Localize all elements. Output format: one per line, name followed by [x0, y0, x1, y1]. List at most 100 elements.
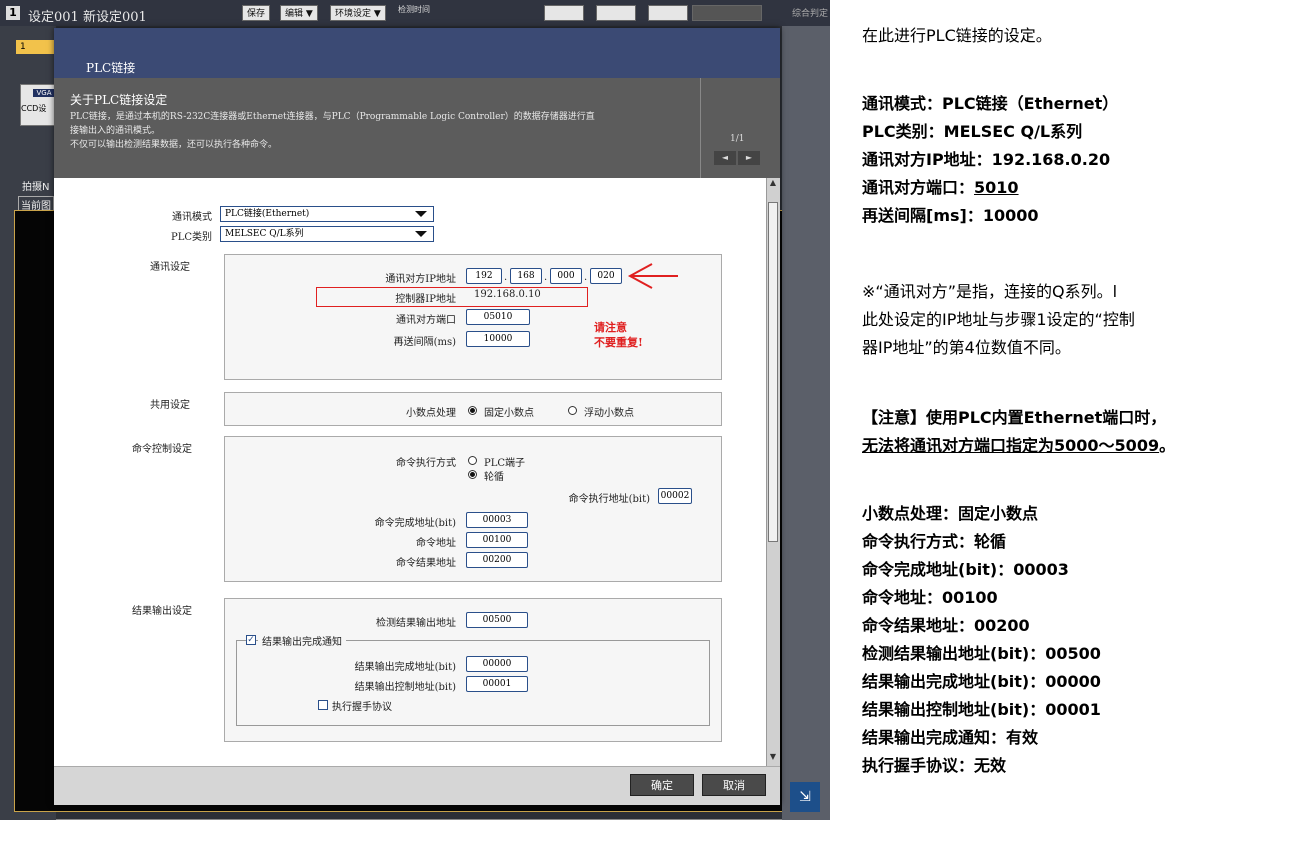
cmd-done-addr-label: 命令完成地址(bit) [374, 518, 456, 529]
comm-mode-label: 通讯模式 [172, 212, 212, 223]
note-peer-port-value: 5010 [974, 178, 1019, 197]
handshake-checkbox[interactable] [318, 700, 328, 710]
peer-port-label: 通讯对方端口 [396, 315, 456, 326]
save-button[interactable]: 保存 [242, 5, 271, 21]
output-icon[interactable]: ⇲ [790, 782, 820, 812]
note-peer-ip: 通讯对方IP地址：192.168.0.20 [862, 150, 1111, 169]
cmd-result-addr-label: 命令结果地址 [396, 558, 456, 569]
note-cmd-result: 命令结果地址：00200 [862, 616, 1030, 635]
cancel-button[interactable]: 取消 [702, 774, 766, 796]
decimal-float-label: 浮动小数点 [584, 408, 634, 419]
cmd-exec-addr-field[interactable]: 00002 [658, 488, 692, 504]
toolbar-button-2[interactable] [596, 5, 636, 21]
ccd-settings-button[interactable]: VGA CCD设 [20, 84, 58, 126]
note-done-addr: 命令完成地址(bit)：00003 [862, 560, 1069, 579]
warning-note: 请注意 不要重复! [594, 320, 643, 350]
retry-interval-field[interactable]: 10000 [466, 331, 530, 347]
cmd-addr-field[interactable]: 00100 [466, 532, 528, 548]
dialog-title: PLC链接 [86, 61, 136, 75]
handshake-label: 执行握手协议 [332, 702, 392, 713]
ip-dot: . [544, 272, 548, 283]
decimal-float-radio[interactable] [568, 406, 577, 415]
shoot-no-label: 拍摄N [22, 182, 50, 193]
note-caution-2: 无法将通讯对方端口指定为5000～5009。 [862, 432, 1175, 456]
warning-line-2: 不要重复! [594, 336, 643, 349]
note-comm-mode: 通讯模式：PLC链接（Ethernet） [862, 94, 1119, 113]
toolbar-button-1[interactable] [544, 5, 584, 21]
note-caution-2b: 指定为5000～5009 [1006, 436, 1160, 455]
note-exec-mode: 命令执行方式：轮循 [862, 532, 1007, 551]
notify-checkbox[interactable]: ✓ [246, 635, 256, 645]
note-cmd-addr: 命令地址：00100 [862, 588, 998, 607]
ctrl-ip-value: 192.168.0.10 [474, 289, 541, 300]
note-peer-port: 通讯对方端口：5010 [862, 174, 1019, 198]
scroll-down-icon[interactable]: ▼ [766, 752, 780, 766]
prev-page-button[interactable]: ◄ [714, 151, 736, 165]
about-line-2: 接输出入的通讯模式。 [70, 126, 161, 136]
peer-ip-octet-2[interactable]: 168 [510, 268, 542, 284]
plc-type-select[interactable]: MELSEC Q/L系列 [220, 226, 434, 242]
command-control-label: 命令控制设定 [132, 444, 192, 455]
out-done-addr-field[interactable]: 00000 [466, 656, 528, 672]
cmd-exec-poll-label: 轮循 [484, 472, 504, 483]
note-handshake: 执行握手协议：无效 [862, 756, 1007, 775]
right-panel [782, 26, 830, 820]
peer-ip-octet-4[interactable]: 020 [590, 268, 622, 284]
peer-ip-octet-3[interactable]: 000 [550, 268, 582, 284]
note-caution-2a: 无法将通讯对方端口 [862, 436, 1007, 455]
about-title: 关于PLC链接设定 [70, 93, 168, 107]
result-label: 综合判定 [792, 9, 829, 19]
note-remark-2: 此处设定的IP地址与步骤1设定的“控制 [862, 310, 1135, 329]
note-caution-1: 【注意】使用PLC内置Ethernet端口时， [862, 408, 1167, 427]
ctrl-ip-label: 控制器IP地址 [395, 294, 456, 305]
decimal-fixed-radio[interactable] [468, 406, 477, 415]
scrollbar-thumb[interactable] [768, 202, 778, 542]
about-panel: 关于PLC链接设定 PLC链接，是通过本机的RS-232C连接器或Etherne… [54, 78, 780, 178]
notify-label: 结果输出完成通知 [258, 633, 346, 648]
env-settings-menu[interactable]: 环境设定 ▼ [330, 5, 386, 21]
note-plc-type: PLC类别：MELSEC Q/L系列 [862, 122, 1083, 141]
out-done-addr-label: 结果输出完成地址(bit) [354, 662, 456, 673]
edit-menu[interactable]: 编辑 ▼ [280, 5, 318, 21]
cmd-exec-plc-label: PLC端子 [484, 458, 526, 469]
peer-ip-octet-1[interactable]: 192 [466, 268, 502, 284]
cmd-exec-mode-label: 命令执行方式 [396, 458, 456, 469]
note-det-addr: 检测结果输出地址(bit)：00500 [862, 644, 1101, 663]
comm-mode-value: PLC链接(Ethernet) [225, 209, 310, 219]
note-intro: 在此进行PLC链接的设定。 [862, 26, 1052, 45]
note-remark-3: 器IP地址”的第4位数值不同。 [862, 338, 1071, 357]
retry-interval-label: 再送间隔(ms) [393, 337, 456, 348]
note-notify: 结果输出完成通知：有效 [862, 728, 1039, 747]
cmd-exec-plc-radio[interactable] [468, 456, 477, 465]
vga-badge: VGA [33, 89, 55, 97]
settings-form: 通讯模式 PLC链接(Ethernet) PLC类别 MELSEC Q/L系列 … [54, 178, 766, 766]
peer-port-field[interactable]: 05010 [466, 309, 530, 325]
arrow-annotation [627, 263, 678, 289]
cmd-done-addr-field[interactable]: 00003 [466, 512, 528, 528]
note-out-ctrl: 结果输出控制地址(bit)：00001 [862, 700, 1101, 719]
note-out-done: 结果输出完成地址(bit)：00000 [862, 672, 1101, 691]
det-output-addr-field[interactable]: 00500 [466, 612, 528, 628]
divider [700, 78, 701, 178]
plc-type-value: MELSEC Q/L系列 [225, 229, 304, 239]
plc-type-label: PLC类别 [170, 232, 212, 243]
result-output-label: 结果输出设定 [132, 606, 192, 617]
note-retry: 再送间隔[ms]：10000 [862, 206, 1039, 225]
cmd-result-addr-field[interactable]: 00200 [466, 552, 528, 568]
comm-mode-select[interactable]: PLC链接(Ethernet) [220, 206, 434, 222]
decimal-fixed-label: 固定小数点 [484, 408, 534, 419]
next-page-button[interactable]: ► [738, 151, 760, 165]
scroll-up-icon[interactable]: ▲ [766, 178, 780, 192]
out-ctrl-addr-field[interactable]: 00001 [466, 676, 528, 692]
toolbar-button-3[interactable] [648, 5, 688, 21]
peer-ip-label: 通讯对方IP地址 [385, 274, 456, 285]
warning-line-1: 请注意 [594, 321, 627, 334]
ip-dot: . [504, 272, 508, 283]
cmd-exec-poll-radio[interactable] [468, 470, 477, 479]
dialog-header [54, 28, 780, 78]
ok-button[interactable]: 确定 [630, 774, 694, 796]
app-title: 设定001 新设定001 [28, 10, 147, 25]
note-caution-2c: 。 [1159, 436, 1176, 455]
toolbar-button-4[interactable] [692, 5, 762, 21]
page-indicator: 1/1 [730, 134, 745, 144]
